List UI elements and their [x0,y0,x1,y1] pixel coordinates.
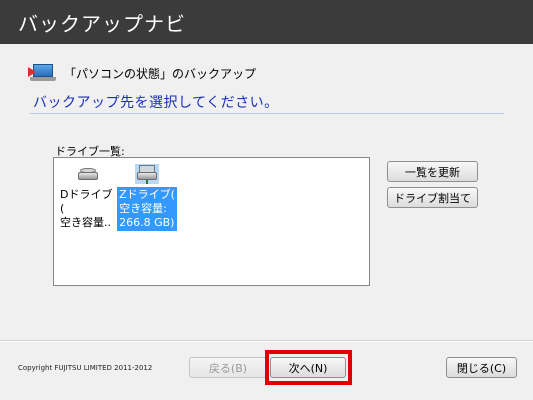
drive-z-line3: 266.8 GB) [119,216,175,229]
instruction-divider [30,113,504,114]
drive-z-line2: 空き容量: [119,202,167,215]
next-button[interactable]: 次へ(N) [270,357,346,378]
laptop-backup-icon [28,63,56,83]
drive-list[interactable]: Dドライブ( 空き容量.. Zドライブ( 空き容量: 266.8 GB) [53,157,370,286]
section-title: 「パソコンの状態」のバックアップ [64,66,257,81]
hard-drive-icon [76,164,100,184]
drive-item-z[interactable]: Zドライブ( 空き容量: 266.8 GB) [117,164,177,231]
window-title: バックアップナビ [18,12,186,36]
backup-navi-window: バックアップナビ 「パソコンの状態」のバックアップ バックアップ先を選択してくだ… [0,0,533,400]
assign-drive-button[interactable]: ドライブ割当て [387,187,478,208]
footer-divider-highlight [0,341,533,342]
drive-d-line2: 空き容量.. [60,216,111,229]
copyright-text: Copyright FUJITSU LIMITED 2011-2012 [18,364,153,372]
drive-d-line1: Dドライブ( [60,188,113,215]
drive-label-z: Zドライブ( 空き容量: 266.8 GB) [117,187,177,231]
close-button[interactable]: 閉じる(C) [446,357,517,378]
drive-label-d: Dドライブ( 空き容量.. [58,187,118,231]
instruction-text: バックアップ先を選択してください。 [33,95,279,111]
network-drive-icon [135,164,159,184]
section-header: 「パソコンの状態」のバックアップ [28,62,257,84]
drive-item-d[interactable]: Dドライブ( 空き容量.. [58,164,118,231]
drive-z-line1: Zドライブ( [119,188,175,201]
refresh-list-button[interactable]: 一覧を更新 [387,161,478,182]
title-bar: バックアップナビ [0,0,533,44]
back-button[interactable]: 戻る(B) [189,357,267,378]
